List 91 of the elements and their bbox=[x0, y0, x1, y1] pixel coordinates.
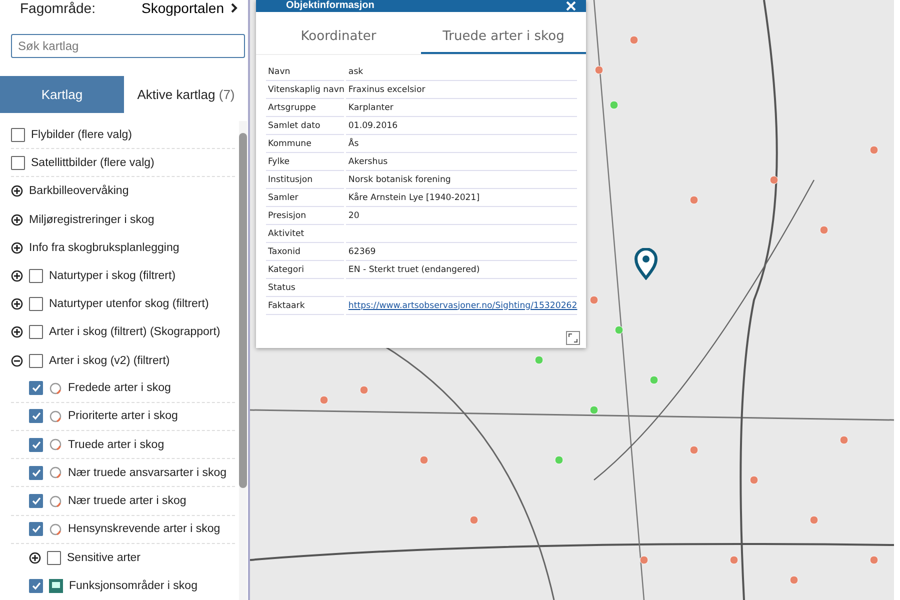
attribute-value: 20 bbox=[346, 207, 578, 225]
attribute-name: Samlet dato bbox=[266, 117, 344, 135]
expand-icon[interactable] bbox=[29, 552, 41, 564]
checkmark-icon bbox=[32, 384, 40, 392]
circle-symbol-icon bbox=[49, 522, 62, 536]
layer-label[interactable]: Funksjonsområder i skog bbox=[69, 580, 198, 592]
close-icon[interactable] bbox=[566, 1, 576, 11]
attribute-name: Institusjon bbox=[266, 171, 344, 189]
checkmark-icon bbox=[32, 497, 40, 506]
checkbox[interactable] bbox=[29, 494, 43, 508]
scrollbar[interactable] bbox=[239, 121, 247, 600]
attribute-value: 01.09.2016 bbox=[346, 117, 578, 135]
collapse-icon[interactable] bbox=[11, 354, 23, 367]
layer-label[interactable]: Nær truede arter i skog bbox=[68, 495, 186, 508]
circle-symbol-icon bbox=[49, 438, 62, 452]
layer-label[interactable]: Satellittbilder (flere valg) bbox=[31, 156, 154, 169]
checkbox[interactable] bbox=[29, 522, 43, 536]
checkbox[interactable] bbox=[11, 128, 25, 142]
circle-symbol-icon bbox=[49, 494, 62, 508]
circle-symbol-icon bbox=[49, 466, 62, 480]
layer-label[interactable]: Truede arter i skog bbox=[68, 438, 164, 451]
attribute-value: Norsk botanisk forening bbox=[346, 171, 578, 189]
checkbox[interactable] bbox=[29, 269, 43, 284]
subject-selector[interactable]: Skogportalen bbox=[141, 0, 238, 16]
attribute-name: Faktaark bbox=[266, 297, 344, 315]
layer-label[interactable]: Flybilder (flere valg) bbox=[31, 128, 132, 141]
info-tab[interactable]: Koordinater bbox=[256, 20, 421, 54]
checkbox[interactable] bbox=[29, 579, 43, 594]
checkbox[interactable] bbox=[29, 466, 43, 480]
attribute-name: Aktivitet bbox=[266, 225, 344, 243]
checkmark-icon bbox=[32, 468, 40, 477]
checkbox[interactable] bbox=[11, 156, 25, 170]
attribute-value: 62369 bbox=[346, 243, 578, 261]
info-tab[interactable]: Truede arter i skog bbox=[421, 20, 586, 54]
attribute-name: Status bbox=[266, 279, 344, 297]
layer-label[interactable]: Nær truede ansvarsarter i skog bbox=[68, 466, 227, 479]
attribute-value: Akershus bbox=[346, 153, 578, 171]
checkmark-icon bbox=[32, 582, 40, 590]
layer-tab[interactable]: Kartlag bbox=[0, 76, 124, 113]
checkmark-icon bbox=[32, 412, 40, 420]
layer-label[interactable]: Hensynskrevende arter i skog bbox=[68, 523, 220, 536]
layer-label[interactable]: Barkbilleovervåking bbox=[29, 185, 129, 198]
layer-label[interactable]: Sensitive arter bbox=[67, 552, 141, 564]
chevron-right-icon bbox=[230, 3, 238, 13]
layer-label[interactable]: Info fra skogbruksplanlegging bbox=[29, 242, 180, 254]
layer-label[interactable]: Naturtyper utenfor skog (filtrert) bbox=[49, 298, 209, 310]
checkbox[interactable] bbox=[29, 354, 43, 368]
layer-label[interactable]: Miljøregistreringer i skog bbox=[29, 214, 154, 226]
attribute-value: Ås bbox=[346, 135, 578, 153]
attribute-name: Taxonid bbox=[266, 243, 344, 261]
attribute-name: Presisjon bbox=[266, 207, 344, 225]
circle-symbol-icon bbox=[49, 382, 62, 395]
attribute-value: Karplanter bbox=[346, 99, 578, 117]
expand-icon[interactable] bbox=[11, 185, 23, 198]
attribute-name: Navn bbox=[266, 63, 344, 81]
expand-icon[interactable] bbox=[11, 298, 23, 310]
expand-icon[interactable] bbox=[566, 331, 580, 345]
attribute-name: Fylke bbox=[266, 153, 344, 171]
expand-icon[interactable] bbox=[11, 270, 23, 282]
expand-icon[interactable] bbox=[11, 242, 23, 254]
layer-label[interactable]: Fredede arter i skog bbox=[68, 382, 171, 394]
checkbox[interactable] bbox=[29, 409, 43, 424]
attribute-value: ask bbox=[346, 63, 578, 81]
attribute-name: Kategori bbox=[266, 261, 344, 279]
circle-symbol-icon bbox=[49, 410, 62, 423]
expand-icon[interactable] bbox=[11, 326, 23, 338]
checkbox[interactable] bbox=[29, 297, 43, 312]
checkmark-icon bbox=[32, 525, 40, 534]
location-pin-icon[interactable] bbox=[634, 248, 658, 280]
checkbox[interactable] bbox=[29, 381, 43, 396]
attribute-name: Artsgruppe bbox=[266, 99, 344, 117]
search-field[interactable]: Søk kartlag bbox=[11, 34, 245, 58]
panel-title: Objektinformasjon bbox=[286, 0, 374, 12]
checkbox[interactable] bbox=[29, 438, 43, 452]
attribute-value: Kåre Arnstein Lye [1940-2021] bbox=[346, 189, 578, 207]
attribute-value: Fraxinus excelsior bbox=[346, 81, 578, 99]
checkbox[interactable] bbox=[47, 550, 61, 565]
checkbox[interactable] bbox=[29, 325, 43, 340]
checkmark-icon bbox=[32, 440, 40, 449]
fact-sheet-link[interactable]: https://www.artsobservasjoner.no/Sighting/15320262 bbox=[348, 300, 578, 310]
layer-label[interactable]: Arter i skog (v2) (filtrert) bbox=[49, 354, 170, 367]
expand-icon[interactable] bbox=[11, 214, 23, 226]
attribute-value: EN - Sterkt truet (endangered) bbox=[346, 261, 578, 279]
subject-label: Fagområde: bbox=[20, 0, 96, 16]
layer-label[interactable]: Prioriterte arter i skog bbox=[68, 410, 178, 422]
layer-label[interactable]: Naturtyper i skog (filtrert) bbox=[49, 270, 176, 282]
attribute-name: Vitenskaplig navn bbox=[266, 81, 344, 99]
area-symbol-icon bbox=[49, 579, 63, 594]
layer-label[interactable]: Arter i skog (filtrert) (Skograpport) bbox=[49, 326, 220, 338]
attribute-name: Kommune bbox=[266, 135, 344, 153]
attribute-name: Samler bbox=[266, 189, 344, 207]
